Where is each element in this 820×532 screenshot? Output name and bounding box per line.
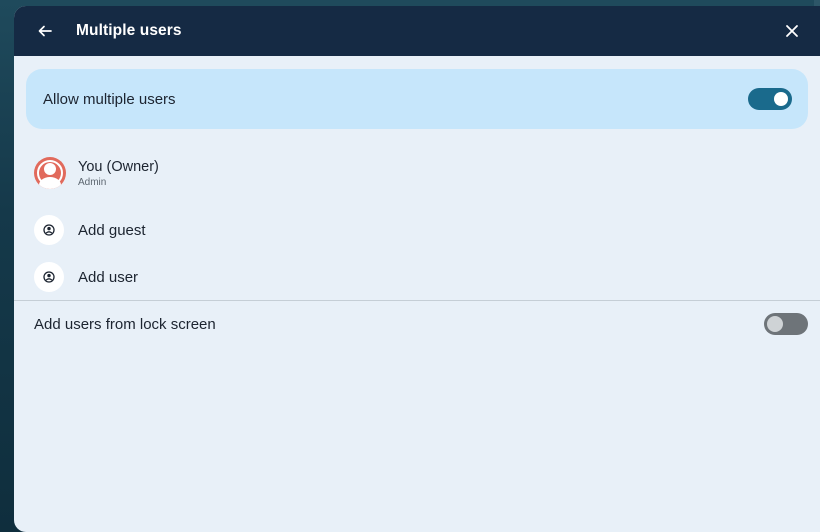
allow-multiple-users-label: Allow multiple users <box>43 90 176 108</box>
add-user-label: Add user <box>78 268 139 286</box>
page-title: Multiple users <box>76 22 182 39</box>
close-icon[interactable] <box>782 21 802 41</box>
owner-role: Admin <box>78 176 107 188</box>
person-circle-icon <box>34 262 64 292</box>
owner-name: You (Owner) <box>78 158 159 175</box>
account-circle-icon <box>34 157 66 189</box>
allow-multiple-users-row[interactable]: Allow multiple users <box>26 69 808 129</box>
arrow-left-icon[interactable] <box>36 22 54 40</box>
toggle-knob <box>774 92 788 106</box>
add-from-lock-screen-label: Add users from lock screen <box>34 315 216 333</box>
add-guest-label: Add guest <box>78 221 146 239</box>
multiple-users-dialog: Multiple users Allow multiple users You … <box>14 6 820 532</box>
add-guest-row[interactable]: Add guest <box>34 215 146 245</box>
add-user-row[interactable]: Add user <box>34 262 138 292</box>
dialog-header: Multiple users <box>14 6 820 56</box>
owner-user-row[interactable]: You (Owner) Admin <box>34 157 159 189</box>
toggle-knob <box>767 316 783 332</box>
add-from-lock-screen-row[interactable]: Add users from lock screen <box>34 312 808 336</box>
add-from-lock-screen-toggle[interactable] <box>764 313 808 335</box>
section-divider <box>14 300 820 301</box>
allow-multiple-users-toggle[interactable] <box>748 88 792 110</box>
owner-text: You (Owner) Admin <box>78 159 159 188</box>
person-circle-icon <box>34 215 64 245</box>
